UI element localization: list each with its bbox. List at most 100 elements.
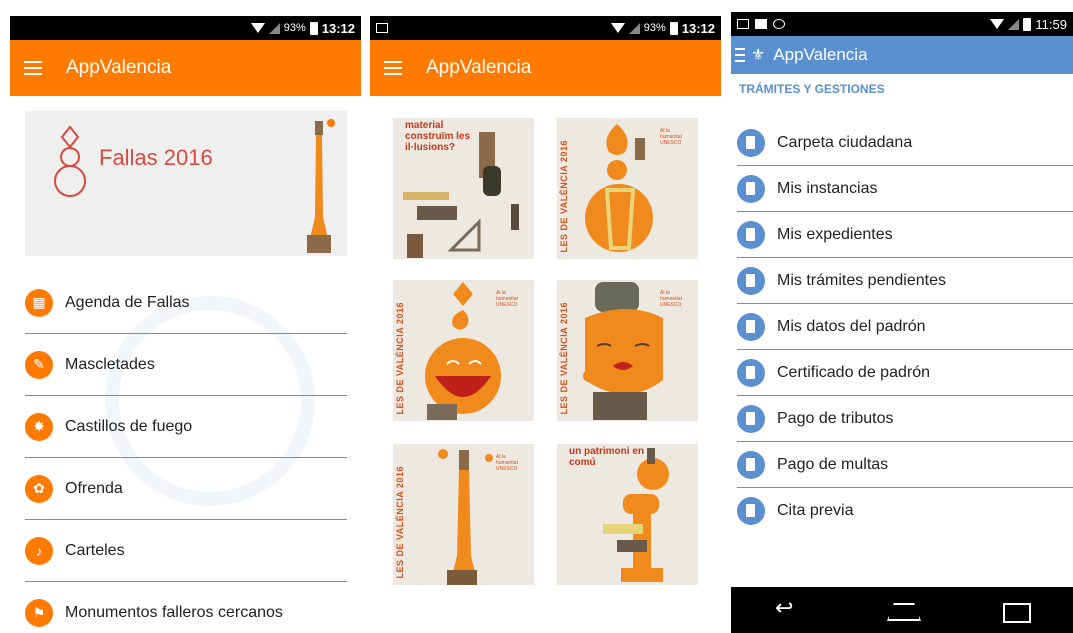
bars-icon — [755, 19, 767, 29]
notification-icon — [737, 19, 749, 29]
menu-item-agenda[interactable]: ▦ Agenda de Fallas — [25, 272, 347, 334]
signal-icon — [268, 22, 280, 34]
app-title: AppValencia — [66, 57, 172, 78]
menu-item-label: Cita previa — [777, 502, 854, 519]
battery-percent: 93% — [283, 22, 306, 34]
clock: 13:12 — [681, 20, 715, 36]
fallas-menu-list: ▦ Agenda de Fallas ✎ Mascletades ✸ Casti… — [25, 272, 347, 633]
menu-item-pago-tributos[interactable]: Pago de tributos — [737, 396, 1073, 442]
menu-item-label: Monumentos falleros cercanos — [65, 604, 283, 621]
app-title: AppValencia — [426, 57, 532, 78]
menu-item-certificado-padron[interactable]: Certificado de padrón — [737, 350, 1073, 396]
app-bar: AppValencia — [10, 40, 361, 96]
menu-item-datos-padron[interactable]: Mis datos del padrón — [737, 304, 1073, 350]
fallas-logo-icon — [54, 125, 86, 197]
menu-icon[interactable] — [735, 48, 745, 62]
wifi-icon — [250, 23, 265, 33]
poster-art-icon — [438, 449, 493, 585]
folder-icon — [737, 312, 765, 341]
menu-item-monumentos[interactable]: ⚑ Monumentos falleros cercanos — [25, 582, 347, 633]
firecracker-icon: ✎ — [25, 350, 53, 379]
wifi-icon — [990, 19, 1005, 29]
folder-icon — [737, 266, 765, 295]
menu-item-label: Mis trámites pendientes — [777, 271, 946, 289]
menu-icon[interactable] — [384, 61, 402, 75]
poster-art-icon — [583, 282, 663, 420]
battery-icon — [309, 21, 318, 35]
menu-item-label: Agenda de Fallas — [65, 293, 190, 311]
battery-percent: 93% — [643, 22, 666, 34]
folder-icon — [737, 220, 765, 249]
fallas-banner[interactable]: Fallas 2016 — [25, 111, 347, 256]
tower-illustration-icon — [307, 119, 335, 253]
menu-item-label: Mis expedientes — [777, 225, 893, 243]
signal-icon — [1008, 18, 1020, 30]
poster-thumbnail[interactable]: Al la humanitat UNESCO LES DE VALÈNCIA 2… — [557, 118, 698, 259]
poster-thumbnail[interactable]: Al la humanitat UNESCO LES DE VALÈNCIA 2… — [393, 444, 534, 585]
menu-item-label: Carpeta ciudadana — [777, 133, 913, 151]
folder-icon — [737, 450, 765, 479]
menu-item-label: Castillos de fuego — [65, 417, 193, 435]
phone-fallas-menu: 93% 13:12 AppValencia Fallas 2016 ▦ Agen… — [10, 16, 361, 633]
app-bar: AppValencia — [370, 40, 721, 96]
menu-item-label: Pago de tributos — [777, 409, 894, 427]
wifi-icon — [610, 23, 625, 33]
section-title: TRÁMITES Y GESTIONES — [739, 82, 885, 96]
menu-item-castillos[interactable]: ✸ Castillos de fuego — [25, 396, 347, 458]
clock: 13:12 — [321, 20, 355, 36]
phone-tramites-menu: 11:59 ⚜ AppValencia TRÁMITES Y GESTIONES… — [731, 12, 1073, 633]
menu-item-carpeta[interactable]: Carpeta ciudadana — [737, 120, 1073, 166]
poster-thumbnail[interactable]: material construïm les il·lusions? — [393, 118, 534, 259]
folder-icon — [737, 404, 765, 433]
status-bar: 93% 13:12 — [370, 16, 721, 40]
fireworks-icon: ✸ — [25, 412, 53, 441]
menu-item-label: Mis datos del padrón — [777, 317, 926, 335]
back-icon[interactable] — [771, 595, 805, 621]
phone-carteles-grid: 93% 13:12 AppValencia material construïm… — [370, 16, 721, 633]
status-bar: 93% 13:12 — [10, 16, 361, 40]
signal-icon — [628, 22, 640, 34]
poster-art-icon — [585, 124, 653, 252]
app-title: AppValencia — [773, 45, 868, 64]
menu-item-carteles[interactable]: ♪ Carteles — [25, 520, 347, 582]
clock: 11:59 — [1035, 16, 1067, 32]
screenshot-stage: 93% 13:12 AppValencia Fallas 2016 ▦ Agen… — [0, 0, 1073, 633]
menu-item-ofrenda[interactable]: ✿ Ofrenda — [25, 458, 347, 520]
poster-icon: ♪ — [25, 536, 53, 565]
menu-item-label: Mascletades — [65, 355, 155, 373]
banner-title: Fallas 2016 — [99, 145, 213, 170]
poster-thumbnail[interactable]: un patrimoni en comú — [557, 444, 698, 585]
folder-icon — [737, 358, 765, 387]
menu-item-label: Carteles — [65, 541, 125, 559]
monument-icon: ⚑ — [25, 599, 53, 627]
menu-item-expedientes[interactable]: Mis expedientes — [737, 212, 1073, 258]
android-nav-bar — [731, 587, 1073, 633]
poster-art-icon — [425, 282, 501, 420]
poster-art-icon — [403, 132, 519, 258]
menu-item-cita-previa[interactable]: Cita previa — [737, 488, 1073, 534]
battery-icon — [1023, 17, 1032, 31]
notification-icon — [376, 23, 388, 33]
recent-apps-icon[interactable] — [999, 599, 1033, 623]
whatsapp-icon — [773, 19, 785, 29]
tramites-menu-list: Carpeta ciudadana Mis instancias Mis exp… — [737, 120, 1073, 534]
menu-item-label: Ofrenda — [65, 479, 123, 497]
menu-item-label: Certificado de padrón — [777, 363, 930, 381]
home-icon[interactable] — [885, 599, 919, 621]
folder-icon — [737, 497, 765, 525]
poster-thumbnail[interactable]: Al la humanitat UNESCO LES DE VALÈNCIA 2… — [557, 280, 698, 421]
folder-icon — [737, 174, 765, 203]
menu-item-tramites-pendientes[interactable]: Mis trámites pendientes — [737, 258, 1073, 304]
poster-art-icon — [603, 448, 669, 582]
city-crest-icon: ⚜ — [751, 47, 766, 64]
menu-item-pago-multas[interactable]: Pago de multas — [737, 442, 1073, 488]
poster-thumbnail[interactable]: Al la humanitat UNESCO LES DE VALÈNCIA 2… — [393, 280, 534, 421]
menu-item-instancias[interactable]: Mis instancias — [737, 166, 1073, 212]
flower-icon: ✿ — [25, 474, 53, 503]
menu-item-label: Mis instancias — [777, 179, 878, 197]
menu-item-mascletades[interactable]: ✎ Mascletades — [25, 334, 347, 396]
menu-icon[interactable] — [24, 61, 42, 75]
menu-item-label: Pago de multas — [777, 455, 889, 473]
status-bar: 11:59 — [731, 12, 1073, 36]
calendar-icon: ▦ — [25, 288, 53, 317]
